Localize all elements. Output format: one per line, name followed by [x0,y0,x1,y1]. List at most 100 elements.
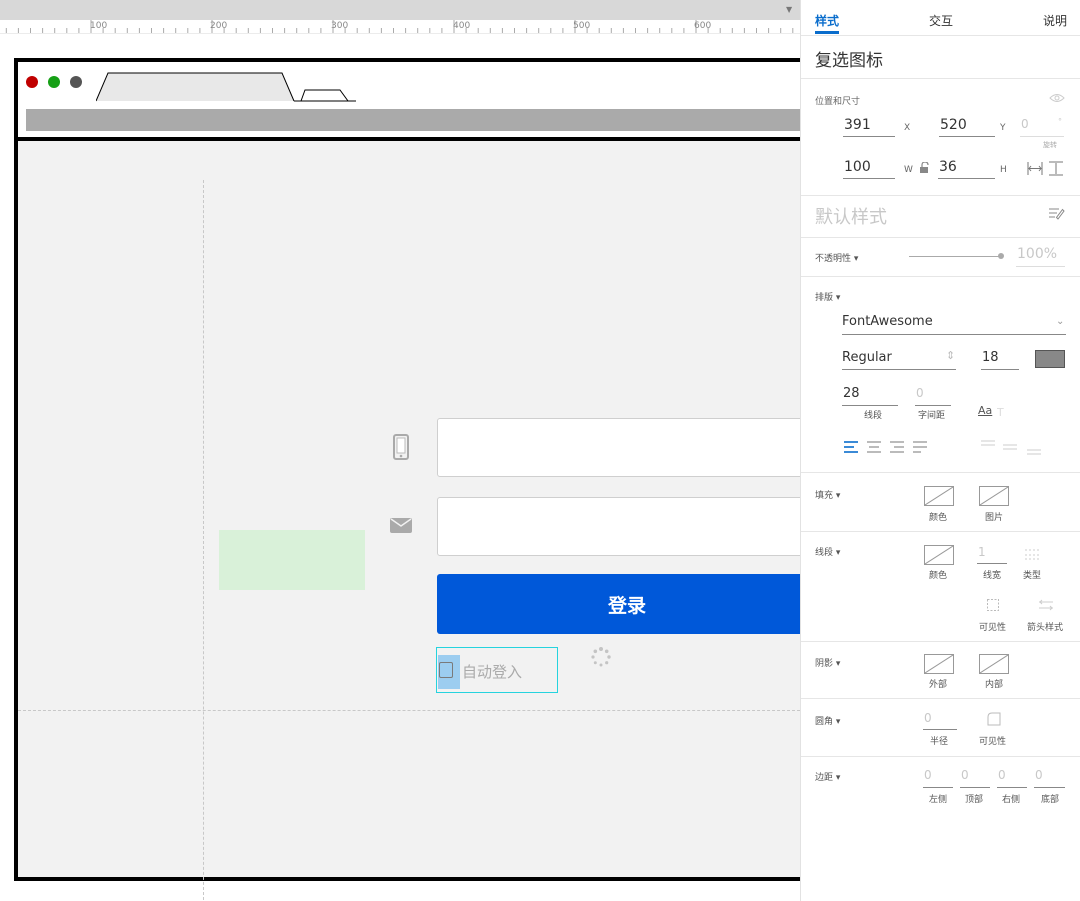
stepper-icon[interactable]: ⇕ [946,349,955,362]
outer-shadow-swatch[interactable] [924,654,954,674]
corner-radius-value[interactable]: 0 [924,711,932,725]
active-tab-indicator [815,31,839,34]
lock-open-icon[interactable] [920,162,929,173]
text-align-icons[interactable] [844,441,930,453]
fit-width-icon[interactable] [1027,162,1043,175]
tab-interaction[interactable]: 交互 [929,12,953,29]
default-style-label[interactable]: 默认样式 [815,203,887,229]
rotation-value[interactable]: 0 [1021,117,1029,131]
x-label: X [904,123,911,133]
line-spacing-label: 线段 [864,411,883,421]
inner-shadow-swatch[interactable] [979,654,1009,674]
rotation-underline [1020,136,1064,137]
fill-image-label: 图片 [985,513,1004,523]
auto-login-checkbox-widget[interactable]: 自动登入 [436,647,558,693]
padding-top-value[interactable]: 0 [961,768,969,782]
widget-title: 复选图标 [815,51,883,71]
chevron-down-icon[interactable]: ⌄ [1056,316,1064,327]
phone-input[interactable] [437,418,800,477]
padding-right-label: 右侧 [1002,795,1021,805]
ruler-label: 400 [453,21,471,31]
font-color-swatch[interactable] [1035,350,1065,368]
y-underline [939,136,995,137]
corner-label: 圆角 ▾ [815,717,841,727]
height-value[interactable]: 36 [939,159,957,175]
fill-color-label: 颜色 [929,513,948,523]
width-value[interactable]: 100 [844,159,871,175]
opacity-slider-handle[interactable] [998,253,1004,259]
font-family-select[interactable]: FontAwesome [842,314,933,329]
border-visibility-icon[interactable] [987,599,999,611]
ruler-dropdown-icon[interactable]: ▼ [786,5,792,14]
ruler-label: 600 [694,21,712,31]
traffic-light-grey-icon [70,76,82,88]
corner-radius-label: 半径 [930,737,949,747]
email-input[interactable] [437,497,800,556]
ruler-label: 300 [331,21,349,31]
border-type-icon[interactable] [1025,548,1041,560]
corner-visibility-icon[interactable] [987,712,1001,726]
browser-tabs [96,72,356,102]
border-color-label: 颜色 [929,571,948,581]
font-size-value[interactable]: 18 [982,350,999,365]
line-spacing-value[interactable]: 28 [843,386,860,401]
design-canvas[interactable]: 登录 自动登入 [0,34,800,901]
padding-bottom-underline [1034,787,1065,788]
horizontal-ruler: 100 200 300 400 500 600 ▼ [0,0,800,34]
weight-underline [842,369,956,370]
padding-bottom-value[interactable]: 0 [1035,768,1043,782]
y-label: Y [1000,123,1006,133]
tab-style[interactable]: 样式 [815,12,839,29]
opacity-value[interactable]: 100% [1017,246,1057,262]
padding-left-value[interactable]: 0 [924,768,932,782]
checkbox-icon[interactable] [439,662,453,678]
char-spacing-underline [915,405,951,406]
width-label: W [904,165,913,175]
divider [801,472,1080,473]
divider [801,276,1080,277]
divider [801,531,1080,532]
loading-spinner-icon [591,647,611,667]
width-underline [843,178,895,179]
border-label: 线段 ▾ [815,548,841,558]
fill-image-swatch[interactable] [979,486,1009,506]
y-value[interactable]: 520 [940,117,967,133]
position-size-label: 位置和尺寸 [815,97,861,107]
horizontal-guide-line [18,710,800,711]
border-width-label: 线宽 [983,571,1002,581]
char-spacing-value[interactable]: 0 [916,386,924,400]
divider [801,756,1080,757]
visibility-eye-icon[interactable] [1049,93,1065,103]
fit-height-icon[interactable] [1049,161,1063,176]
browser-chrome [18,62,800,141]
border-width-value[interactable]: 1 [978,545,986,559]
text-case-icon[interactable]: Aa [978,404,992,417]
text-shadow-icon[interactable]: T [997,405,1009,418]
size-underline [981,369,1019,370]
border-width-underline [977,563,1007,564]
rotation-degree-icon: ° [1058,117,1062,126]
vertical-align-icons[interactable] [981,440,1063,456]
ruler-label: 500 [573,21,591,31]
login-button[interactable]: 登录 [437,574,800,634]
padding-right-underline [997,787,1027,788]
padding-right-value[interactable]: 0 [998,768,1006,782]
font-weight-select[interactable]: Regular [842,350,892,365]
address-bar[interactable] [26,109,800,131]
rotation-label: 旋转 [1043,141,1057,149]
border-color-swatch[interactable] [924,545,954,565]
divider [801,698,1080,699]
fill-label: 填充 ▾ [815,491,841,501]
ruler-label: 100 [90,21,108,31]
x-value[interactable]: 391 [844,117,871,133]
fill-color-swatch[interactable] [924,486,954,506]
tab-notes[interactable]: 说明 [1043,12,1067,29]
edit-style-icon[interactable] [1049,207,1065,220]
opacity-underline [1016,266,1065,267]
divider [801,237,1080,238]
padding-top-label: 顶部 [965,795,984,805]
height-label: H [1000,165,1007,175]
opacity-slider-track[interactable] [909,256,1003,257]
ruler-ticks [5,20,794,33]
arrow-style-icon[interactable] [1039,599,1053,611]
